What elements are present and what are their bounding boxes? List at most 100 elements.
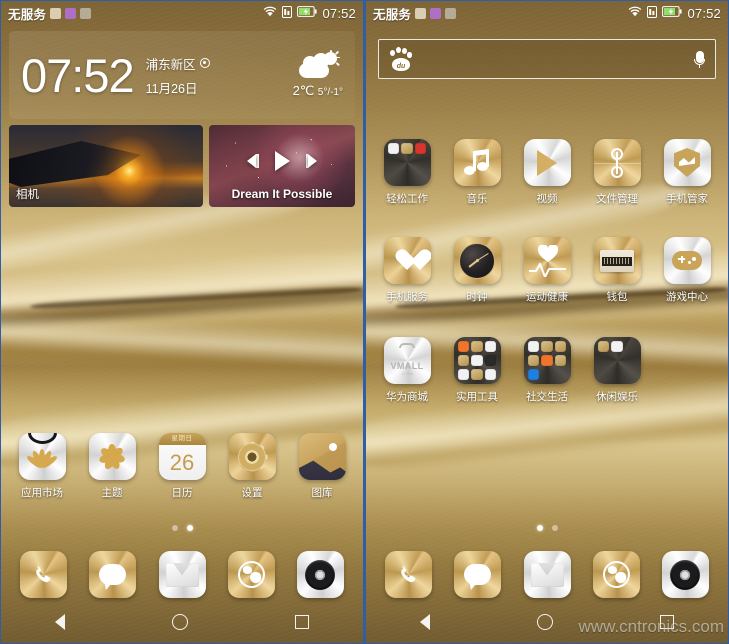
app-phone-manager[interactable]: 手机管家 [652, 139, 722, 206]
app-music[interactable]: 音乐 [442, 139, 512, 206]
location-pin-icon [199, 58, 210, 68]
wallet-icon [593, 237, 641, 284]
wallpaper-gold-silk [366, 1, 728, 643]
clock-icon [453, 237, 501, 284]
folder-social-icon [523, 337, 571, 384]
music-card[interactable]: Dream It Possible [209, 125, 355, 207]
dock-browser[interactable] [217, 551, 286, 598]
previous-track-icon[interactable] [247, 154, 259, 168]
gallery-icon [298, 433, 346, 480]
app-appgallery[interactable]: 应用市场 [7, 433, 77, 500]
app-folder-social[interactable]: 社交生活 [512, 337, 582, 404]
app-wallet[interactable]: 钱包 [582, 237, 652, 304]
app-label: 应用市场 [21, 487, 63, 499]
app-phone-service[interactable]: 手机服务 [372, 237, 442, 304]
weather-section[interactable]: 2℃ 5°/-1° [293, 49, 343, 99]
envelope-icon [523, 551, 571, 598]
folder-leisure-icon [593, 337, 641, 384]
app-label: 时钟 [466, 291, 488, 303]
app-grid-row-1: 轻松工作 音乐 视频 文件管理 手机管家 [366, 139, 728, 206]
battery-charging-icon [662, 6, 683, 20]
game-center-gamepad-icon [663, 237, 711, 284]
calendar-weekday: 星期日 [158, 433, 206, 445]
app-vmall[interactable]: VMALL .COM 华为商城 [372, 337, 442, 404]
temp-range: 5°/-1° [317, 86, 343, 98]
envelope-icon [158, 551, 206, 598]
app-folder-leisure[interactable]: 休闲娱乐 [582, 337, 652, 404]
back-triangle-icon[interactable] [54, 614, 65, 630]
app-gallery[interactable]: 图库 [287, 433, 357, 500]
dock-email[interactable] [512, 551, 581, 598]
file-manager-icon [593, 139, 641, 186]
app-clock[interactable]: 时钟 [442, 237, 512, 304]
app-label: 手机管家 [666, 193, 708, 205]
dock-email[interactable] [147, 551, 216, 598]
app-calendar[interactable]: 星期日 26 日历 [147, 433, 217, 500]
app-slot-empty [652, 337, 722, 404]
dock [1, 551, 363, 598]
clock-weather-widget[interactable]: 07:52 浦东新区 11月26日 2℃ 5°/-1° [9, 31, 355, 119]
camera-card-label: 相机 [16, 189, 39, 201]
huawei-appgallery-icon [18, 433, 66, 480]
app-folder-tools[interactable]: 实用工具 [442, 337, 512, 404]
page-dot-active[interactable] [536, 525, 543, 531]
camera-card[interactable]: 相机 [9, 125, 203, 207]
carrier-label: 无服务 [8, 7, 47, 22]
dock-camera[interactable] [286, 551, 355, 598]
dock-messaging[interactable] [443, 551, 512, 598]
page-dot[interactable] [551, 525, 558, 531]
app-label: 实用工具 [456, 391, 498, 403]
sim-signal-icon [647, 5, 658, 21]
back-triangle-icon[interactable] [419, 614, 430, 630]
globe-browser-icon [592, 551, 640, 598]
search-input[interactable] [413, 51, 694, 67]
app-label: 社交生活 [526, 391, 568, 403]
app-label: 华为商城 [386, 391, 428, 403]
page-indicator [366, 525, 728, 531]
app-label: 主题 [101, 487, 123, 499]
home-circle-icon[interactable] [171, 614, 188, 630]
app-video[interactable]: 视频 [512, 139, 582, 206]
status-bar: 无服务 07:52 [366, 1, 728, 25]
play-icon[interactable] [274, 151, 290, 171]
dock-phone[interactable] [9, 551, 78, 598]
page-dot-active[interactable] [186, 525, 193, 531]
app-grid-row-2: 手机服务 时钟 运动健康 钱包 游戏中心 [366, 237, 728, 304]
dock-messaging[interactable] [78, 551, 147, 598]
message-bubble-icon [89, 551, 137, 598]
home-circle-icon[interactable] [536, 614, 553, 630]
sim-card-icon [50, 7, 62, 19]
app-folder-work[interactable]: 轻松工作 [372, 139, 442, 206]
app-file-manager[interactable]: 文件管理 [582, 139, 652, 206]
folder-work-icon [383, 139, 431, 186]
settings-gear-icon [228, 433, 276, 480]
app-health[interactable]: 运动健康 [512, 237, 582, 304]
next-track-icon[interactable] [305, 154, 317, 168]
airplane-wing-graphic [9, 141, 141, 187]
dock-phone[interactable] [374, 551, 443, 598]
baidu-search-widget[interactable]: du [378, 39, 716, 79]
status-clock: 07:52 [322, 5, 356, 21]
app-label: 文件管理 [596, 193, 638, 205]
home-app-row: 应用市场 主题 星期日 26 日历 设置 图库 [1, 433, 363, 500]
app-label: 休闲娱乐 [596, 391, 638, 403]
app-settings[interactable]: 设置 [217, 433, 287, 500]
app-label: 日历 [171, 487, 193, 499]
sim-signal-icon [282, 5, 293, 21]
app-themes[interactable]: 主题 [77, 433, 147, 500]
sync-icon [430, 7, 442, 19]
media-cards: 相机 Dream It Possible [9, 125, 355, 207]
app-grid-row-3: VMALL .COM 华为商城 实用工具 社交生活 休闲娱乐 [366, 337, 728, 404]
recents-square-icon[interactable] [295, 615, 310, 629]
microphone-icon[interactable] [694, 50, 705, 68]
baidu-paw-icon: du [389, 47, 413, 71]
dock-camera[interactable] [651, 551, 720, 598]
huawei-petal-graphic [25, 447, 59, 469]
camera-lens-icon [661, 551, 709, 598]
dock [366, 551, 728, 598]
dock-browser[interactable] [582, 551, 651, 598]
app-game-center[interactable]: 游戏中心 [652, 237, 722, 304]
page-indicator [1, 525, 363, 531]
page-dot[interactable] [171, 525, 178, 531]
wifi-icon [263, 6, 277, 20]
